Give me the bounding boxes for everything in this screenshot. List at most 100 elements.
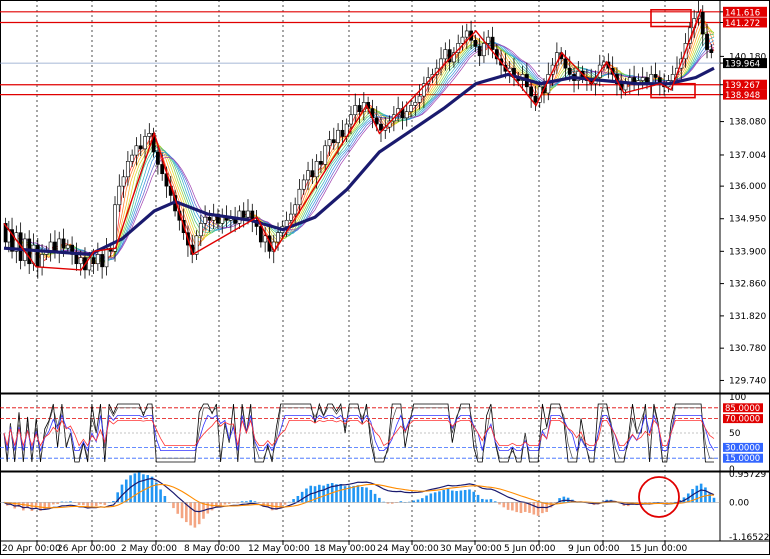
macd-axis-label: 0.00: [729, 498, 749, 508]
candle-bearish: [331, 139, 336, 143]
candle-bullish: [246, 210, 250, 218]
candle-bullish: [670, 74, 675, 81]
time-axis-label: 20 Apr 00:00: [2, 544, 61, 554]
macd-histogram-bar: [523, 502, 527, 512]
candle-bearish: [490, 36, 495, 50]
candle-bearish: [74, 254, 79, 265]
macd-histogram-bar: [695, 485, 699, 503]
macd-histogram-bar: [82, 502, 85, 506]
oscillator-level-tag-label: 70.0000: [725, 415, 760, 425]
candle-bearish: [473, 39, 478, 47]
macd-histogram-bar: [532, 502, 536, 515]
candle-bullish: [297, 188, 302, 206]
macd-histogram-bar: [455, 491, 458, 503]
macd-histogram-bar: [137, 472, 141, 503]
oscillator-level-tag-label: 15.0000: [725, 454, 760, 464]
price-axis-label: 137.004: [729, 151, 766, 161]
macd-histogram-bar: [180, 502, 184, 519]
macd-histogram-bar: [356, 485, 360, 503]
stochastic-main-line: [3, 402, 714, 463]
candle-bearish: [709, 49, 714, 53]
candle-bullish: [353, 105, 358, 116]
candle-bearish: [35, 244, 40, 268]
candle-bearish: [563, 58, 568, 69]
macd-histogram-bar: [99, 502, 102, 505]
price-axis-label: 130.780: [729, 344, 766, 354]
candle-bearish: [61, 238, 66, 249]
macd-histogram-bar: [416, 499, 420, 503]
macd-histogram-bar: [283, 502, 287, 505]
candle-bullish: [284, 219, 289, 227]
candle-bullish: [413, 102, 418, 106]
macd-histogram-bar: [704, 487, 707, 503]
candle-bullish: [288, 213, 293, 221]
price-axis-label: 134.950: [729, 215, 766, 225]
slow-moving-average-line: [3, 66, 715, 257]
macd-histogram-bar: [193, 502, 197, 528]
candle-bullish: [336, 129, 340, 143]
candle-bearish: [477, 46, 482, 57]
oscillator-level-tag-label: 85.0000: [725, 404, 760, 414]
macd-histogram-bar: [506, 502, 510, 510]
macd-histogram-bar: [442, 489, 446, 503]
candle-bullish: [147, 133, 152, 137]
macd-histogram-bar: [210, 502, 214, 511]
candle-bullish: [117, 185, 122, 206]
rsi-blue-line: [3, 413, 715, 453]
candle-bearish: [357, 105, 362, 112]
candle-bullish: [623, 83, 628, 91]
candle-bearish: [156, 151, 160, 165]
stochastic-signal-line: [3, 406, 714, 460]
macd-histogram-bar: [150, 476, 154, 503]
moving-average-ribbon-line: [3, 43, 715, 260]
macd-histogram-bar: [360, 486, 364, 503]
price-axis-label: 133.900: [729, 247, 766, 257]
candle-bearish: [567, 67, 572, 75]
moving-average-ribbon-line: [3, 19, 715, 265]
candle-bullish: [104, 247, 109, 268]
macd-histogram-bar: [197, 502, 201, 525]
price-level-tag-label: 141.272: [725, 19, 760, 29]
macd-histogram-bar: [451, 490, 454, 503]
candle-bearish: [700, 12, 705, 35]
macd-histogram-bar: [94, 502, 98, 506]
candle-bearish: [138, 145, 143, 150]
price-level-tag-label: 138.948: [725, 91, 760, 101]
price-axis-label: 138.080: [729, 118, 766, 128]
candle-bullish: [78, 257, 83, 265]
macd-histogram-bar: [339, 484, 343, 503]
candle-bearish: [319, 161, 323, 165]
macd-histogram-bar: [176, 502, 180, 514]
time-axis-label: 12 May 00:00: [248, 544, 310, 554]
time-axis-label: 15 Jun 00:00: [630, 544, 687, 554]
macd-histogram-bar: [335, 484, 338, 503]
macd-histogram-bar: [318, 484, 321, 503]
candle-bullish: [482, 43, 486, 57]
trading-chart[interactable]: 20 Apr 00:00 26 Apr 00:00 2 May 00:00 8 May…: [0, 0, 770, 555]
macd-histogram-bar: [30, 502, 34, 511]
macd-histogram-bar: [326, 483, 330, 503]
current-price-tag-label: 139.964: [725, 60, 760, 70]
macd-histogram-bar: [459, 490, 463, 503]
moving-average-ribbon-line: [3, 44, 715, 258]
candle-bullish: [327, 139, 332, 147]
candle-bullish: [293, 204, 298, 215]
macd-histogram-bar: [485, 499, 488, 503]
time-axis-label: 18 May 00:00: [314, 544, 376, 554]
macd-histogram-bar: [352, 485, 355, 503]
price-axis-label: 132.860: [729, 280, 766, 290]
macd-histogram-bar: [498, 502, 501, 505]
candle-bullish: [640, 77, 645, 81]
candle-bearish: [91, 257, 96, 265]
macd-histogram-bar: [515, 502, 518, 513]
price-level-tag-label: 141.616: [725, 8, 760, 18]
candle-bullish: [57, 238, 62, 252]
chart-canvas[interactable]: 20 Apr 00:0026 Apr 00:00 2 May 00:00 8 May…: [0, 0, 770, 555]
candle-bullish: [143, 136, 147, 150]
time-axis-label: 24 May 00:00: [377, 544, 439, 554]
macd-histogram-bar: [90, 502, 94, 506]
macd-histogram-bar: [43, 502, 47, 510]
annotation-circle[interactable]: [638, 476, 680, 518]
price-axis-label: 131.820: [729, 312, 766, 322]
candle-bullish: [95, 254, 100, 265]
